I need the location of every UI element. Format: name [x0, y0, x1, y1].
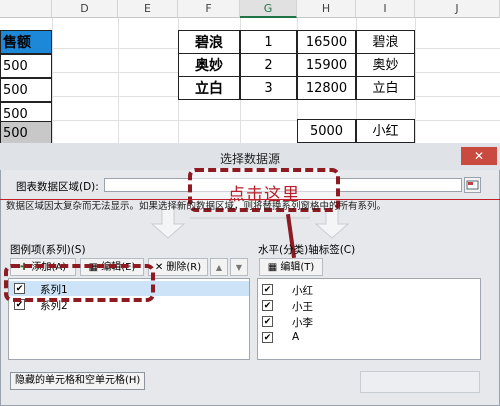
range-info-text: 数据区域因太复杂而无法显示。如果选择新的数据区域，则将替换系列窗格中的所有系列。 [6, 201, 387, 212]
category-list[interactable] [257, 278, 481, 360]
table-cell-value[interactable]: 15900 [297, 53, 356, 77]
dialog-title: 选择数据源 [219, 152, 280, 166]
gridline [415, 18, 416, 150]
category-checkbox[interactable]: ✔ [262, 332, 273, 343]
move-down-button[interactable]: ▼ [230, 258, 248, 276]
gridline [118, 18, 119, 150]
col-header-h[interactable]: H [297, 0, 356, 18]
ok-cancel-area [360, 371, 480, 393]
table-cell-label[interactable]: 碧浪 [356, 30, 415, 54]
table-cell-value[interactable]: 12800 [297, 76, 356, 100]
hidden-empty-cells-button[interactable]: 隐藏的单元格和空单元格(H) [10, 372, 146, 390]
col-header-i[interactable]: I [356, 0, 415, 18]
col-header-j[interactable]: J [415, 0, 500, 18]
range-select-icon [466, 180, 479, 190]
table-cell-label[interactable]: 奥妙 [356, 53, 415, 77]
move-up-button[interactable]: ▲ [210, 258, 228, 276]
category-item-label[interactable]: A [292, 331, 299, 343]
sheet-cell-selected[interactable]: 500 [0, 121, 52, 145]
col-header-c-left[interactable] [0, 0, 52, 18]
category-item-label[interactable]: 小红 [292, 283, 313, 298]
category-item-label[interactable]: 小李 [292, 315, 313, 330]
col-header-f[interactable]: F [178, 0, 240, 18]
move-down-icon: ▼ [235, 263, 243, 272]
table-cell-value[interactable]: 5000 [297, 119, 356, 143]
edit-axis-label: 编辑(T) [280, 262, 315, 273]
category-checkbox[interactable]: ✔ [262, 316, 273, 327]
gridline [52, 18, 53, 150]
col-header-e[interactable]: E [118, 0, 178, 18]
table-cell-label[interactable]: 小红 [356, 119, 415, 143]
edit-axis-button[interactable]: ▦ 编辑(T) [259, 258, 323, 276]
gridline [0, 120, 500, 121]
chart-range-label: 图表数据区域(D): [16, 181, 99, 193]
category-item-label[interactable]: 小王 [292, 299, 313, 314]
table-cell-name[interactable]: 奥妙 [178, 53, 240, 77]
table-cell-index[interactable]: 3 [240, 76, 297, 100]
table-cell-name[interactable]: 立白 [178, 76, 240, 100]
category-checkbox[interactable]: ✔ [262, 300, 273, 311]
close-icon: ✕ [473, 149, 485, 163]
category-checkbox[interactable]: ✔ [262, 284, 273, 295]
delete-series-label: 删除(R) [166, 262, 202, 273]
table-cell-value[interactable]: 16500 [297, 30, 356, 54]
close-button[interactable]: ✕ [461, 147, 497, 165]
table-cell-label[interactable]: 立白 [356, 76, 415, 100]
table-cell-index[interactable]: 2 [240, 53, 297, 77]
sheet-cell[interactable]: 500 [0, 78, 52, 102]
col-header-g[interactable]: G [240, 0, 297, 18]
table-cell-index[interactable]: 1 [240, 30, 297, 54]
edit-axis-icon: ▦ [267, 262, 278, 273]
delete-series-button[interactable]: ✕ 删除(R) [148, 258, 208, 276]
axis-labels-label: 水平(分类)轴标签(C) [258, 244, 356, 256]
sheet-cell[interactable]: 500 [0, 54, 52, 78]
table-cell-name[interactable]: 碧浪 [178, 30, 240, 54]
sheet-cell-header[interactable]: 售额 [0, 30, 52, 54]
highlight-box-series [4, 264, 155, 302]
range-select-button[interactable] [464, 177, 481, 193]
delete-icon: ✕ [154, 262, 164, 273]
col-header-d[interactable]: D [52, 0, 118, 18]
move-up-icon: ▲ [215, 263, 223, 272]
legend-entries-label: 图例项(系列)(S) [10, 244, 86, 256]
